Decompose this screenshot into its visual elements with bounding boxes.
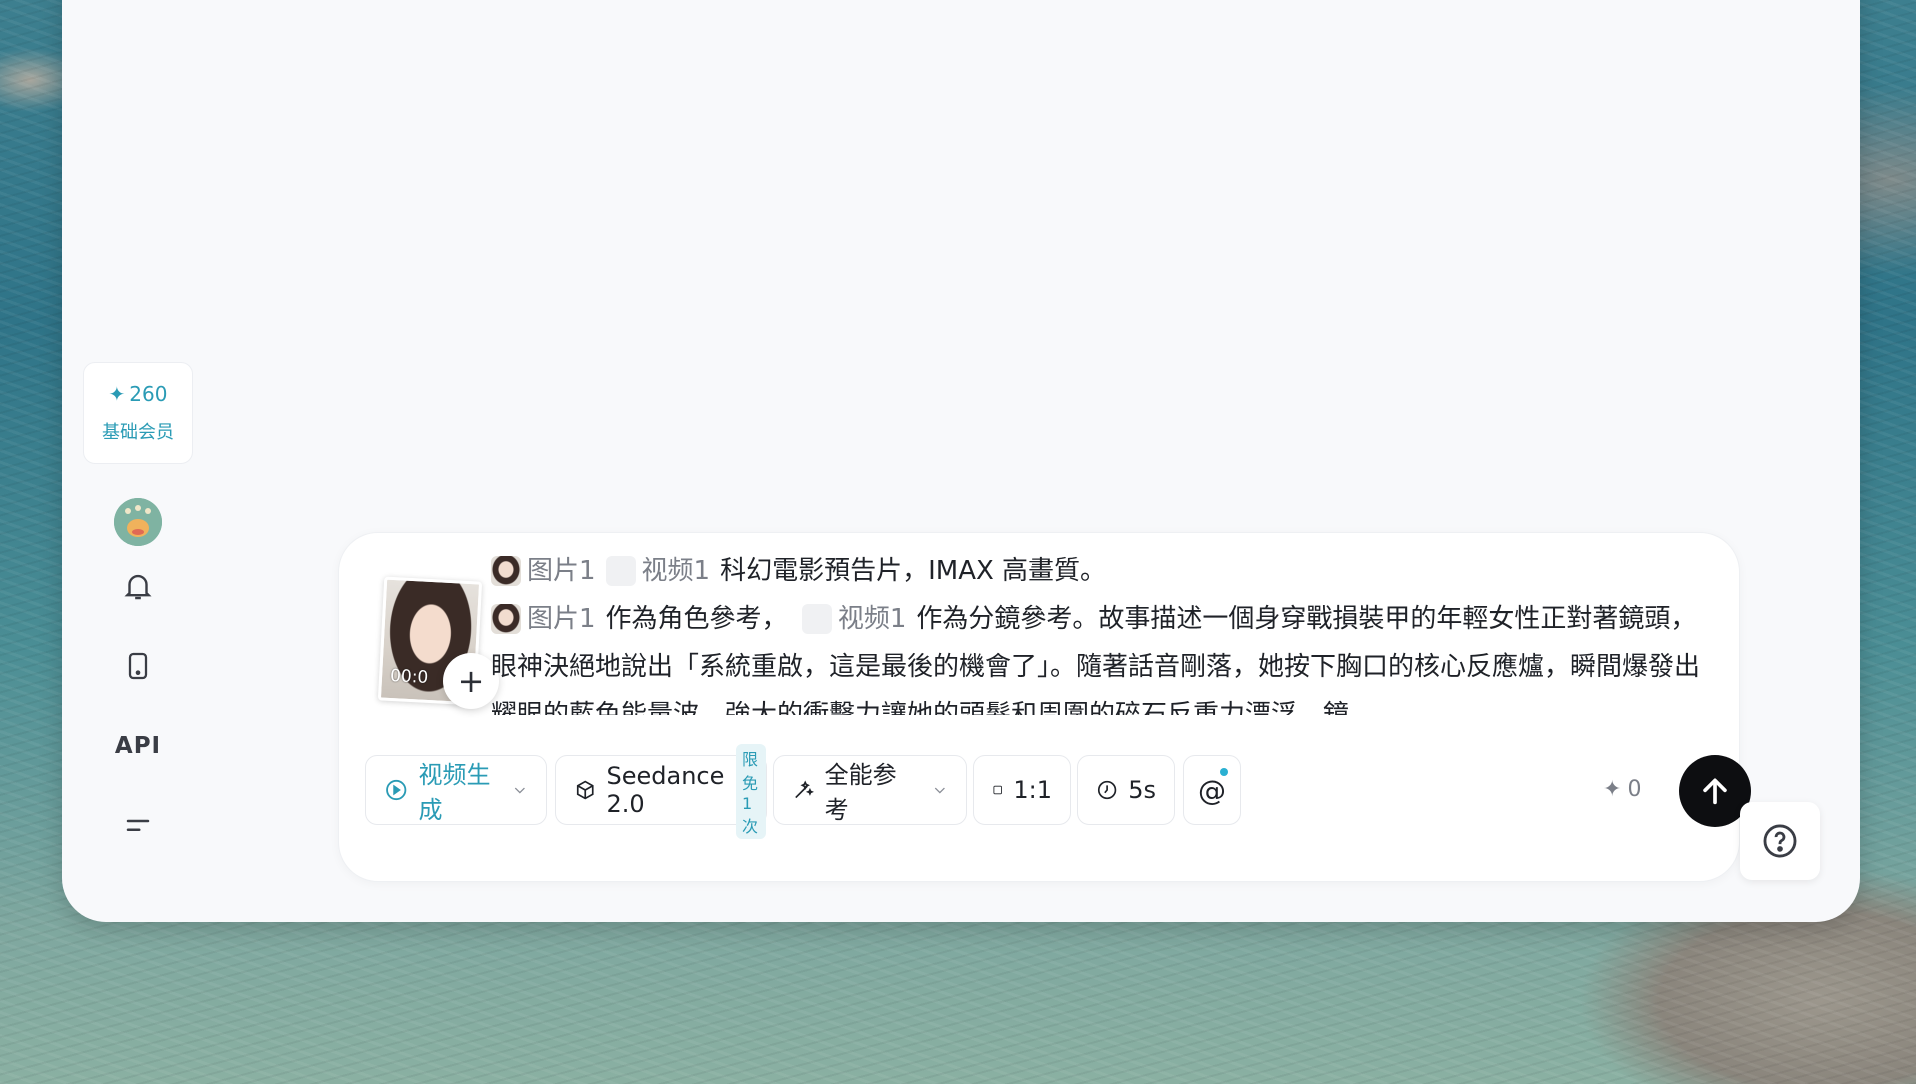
chevron-down-icon [515, 787, 526, 794]
mode-label: 视频生成 [418, 761, 491, 824]
notifications-button[interactable] [114, 562, 162, 610]
credits-value: 260 [129, 382, 168, 406]
avatar-icon [114, 498, 162, 546]
api-label: API [114, 733, 162, 759]
reference-mode-label: 全能参考 [824, 761, 897, 824]
tablet-icon [128, 652, 148, 680]
help-button[interactable] [1740, 802, 1820, 880]
plus-icon: + [457, 662, 485, 700]
video-thumb-icon [801, 604, 832, 634]
image-reference-chip[interactable]: 图片1 [491, 595, 596, 643]
reference-duration: 00:0 [389, 665, 429, 688]
app-window: ✦ 260 基础会员 API 00:0 + 图片1 视频1 科幻電影預告片，IM… [62, 0, 1860, 922]
video-thumb-icon [605, 556, 636, 586]
image-chip-label: 图片1 [527, 556, 596, 586]
video-generate-icon [386, 779, 407, 801]
model-select[interactable]: Seedance 2.0 限免1次 [555, 744, 767, 839]
reference-mode-select[interactable]: 全能参考 [773, 755, 967, 825]
image-thumb-icon [491, 556, 521, 586]
model-label: Seedance 2.0 [606, 762, 725, 818]
prompt-line-2: 图片1 作為角色參考， 视频1 作為分鏡參考。故事描述一個身穿戰損裝甲的年輕女性… [491, 595, 1709, 715]
credit-cost: ✦ 0 [1603, 777, 1641, 802]
arrow-up-icon [1703, 778, 1727, 805]
credits-amount: ✦ 260 [109, 382, 168, 406]
prompt-line-1: 图片1 视频1 科幻電影預告片，IMAX 高畫質。 [491, 547, 1709, 595]
credits-card[interactable]: ✦ 260 基础会员 [83, 362, 193, 464]
help-icon [1763, 824, 1797, 858]
prompt-input[interactable]: 图片1 视频1 科幻電影預告片，IMAX 高畫質。 图片1 作為角色參考， 视频… [491, 547, 1709, 715]
chevron-down-icon [935, 787, 946, 794]
video-chip-label: 视频1 [837, 604, 907, 634]
membership-tier: 基础会员 [102, 422, 174, 443]
duration-select[interactable]: 5s [1077, 755, 1175, 825]
sparkle-icon: ✦ [1603, 777, 1622, 802]
user-avatar[interactable] [114, 498, 162, 546]
menu-icon [126, 819, 150, 831]
mobile-app-button[interactable] [114, 642, 162, 690]
square-ratio-icon [993, 785, 1002, 795]
notification-dot [1220, 768, 1228, 776]
magic-wand-icon [795, 780, 814, 799]
menu-button[interactable] [114, 802, 162, 850]
cube-icon [576, 780, 594, 800]
bell-icon [124, 574, 152, 600]
image-thumb-icon [491, 604, 521, 634]
api-button[interactable]: API [114, 722, 162, 770]
video-reference-chip[interactable]: 视频1 [801, 595, 907, 643]
aspect-ratio-label: 1:1 [1013, 776, 1052, 804]
free-trial-badge: 限免1次 [736, 744, 766, 839]
prompt-text: 作為角色參考， [605, 604, 788, 634]
at-icon: @ [1198, 773, 1226, 807]
video-reference-chip[interactable]: 视频1 [605, 547, 711, 595]
image-chip-label: 图片1 [527, 604, 596, 634]
prompt-text: 科幻電影預告片，IMAX 高畫質。 [720, 556, 1107, 586]
mention-button[interactable]: @ [1183, 755, 1241, 825]
image-reference-chip[interactable]: 图片1 [491, 547, 596, 595]
aspect-ratio-select[interactable]: 1:1 [973, 755, 1071, 825]
prompt-composer: 00:0 + 图片1 视频1 科幻電影預告片，IMAX 高畫質。 图片1 作為角… [338, 532, 1751, 882]
duration-label: 5s [1128, 776, 1156, 804]
mode-select[interactable]: 视频生成 [365, 755, 547, 825]
sparkle-icon: ✦ [108, 382, 126, 406]
video-chip-label: 视频1 [641, 556, 711, 586]
cost-value: 0 [1627, 777, 1642, 802]
clock-icon [1097, 780, 1117, 800]
